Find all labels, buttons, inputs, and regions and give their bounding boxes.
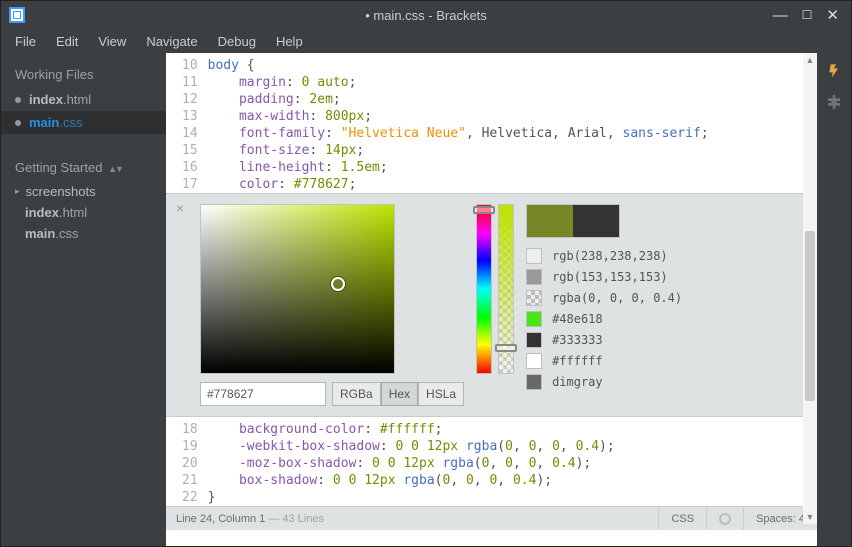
app-window: • main.css - Brackets — ☐ ✕ FileEditView… (0, 0, 852, 547)
color-value-input[interactable] (200, 382, 326, 406)
swatch-label: rgba(0, 0, 0, 0.4) (552, 291, 682, 305)
scroll-up-arrow[interactable]: ▲ (803, 53, 817, 67)
menubar: FileEditViewNavigate DebugHelp (1, 29, 851, 53)
swatch-color-icon (526, 374, 542, 390)
color-preview (526, 204, 620, 238)
project-label: Getting Started (15, 160, 102, 175)
format-hsla-button[interactable]: HSLa (418, 382, 464, 406)
language-label: CSS (671, 513, 694, 525)
swatch-label: dimgray (552, 375, 603, 389)
file-main[interactable]: main.css (1, 223, 166, 244)
inline-color-picker: × RGBaHexHSLa (166, 193, 817, 417)
swatch-row[interactable]: rgb(153,153,153) (526, 269, 682, 285)
extension-manager-icon[interactable] (824, 93, 844, 109)
menu-file[interactable]: File (7, 32, 44, 51)
minimize-button[interactable]: — (773, 7, 788, 24)
maximize-button[interactable]: ☐ (802, 8, 813, 22)
project-header[interactable]: Getting Started ▲▼ (1, 152, 166, 181)
folder-screenshots[interactable]: ▸screenshots (1, 181, 166, 202)
swatch-label: #ffffff (552, 354, 603, 368)
window-title: • main.css - Brackets (365, 8, 487, 23)
sv-cursor-handle[interactable] (331, 277, 345, 291)
menu-navigate[interactable]: Navigate (138, 32, 205, 51)
current-color-preview (527, 205, 573, 237)
menu-view[interactable]: View (90, 32, 134, 51)
editor-area[interactable]: 1011121314151617body { margin: 0 auto; p… (166, 53, 817, 546)
alpha-slider[interactable] (498, 204, 514, 374)
scroll-down-arrow[interactable]: ▼ (803, 510, 817, 524)
working-file-index[interactable]: index.html (1, 88, 166, 111)
inspection-status-icon (719, 513, 731, 525)
close-picker-button[interactable]: × (176, 200, 184, 216)
format-rgba-button[interactable]: RGBa (332, 382, 381, 406)
file-index[interactable]: index.html (1, 202, 166, 223)
working-files-label: Working Files (15, 67, 94, 82)
dirty-indicator-icon (15, 120, 21, 126)
hue-slider-handle[interactable] (473, 206, 495, 214)
close-button[interactable]: ✕ (826, 6, 839, 24)
scrollbar-thumb[interactable] (805, 231, 815, 401)
saturation-value-field[interactable] (200, 204, 395, 374)
window-controls: — ☐ ✕ (773, 6, 851, 24)
titlebar[interactable]: • main.css - Brackets — ☐ ✕ (1, 1, 851, 29)
working-files-header[interactable]: Working Files (1, 59, 166, 88)
swatch-color-icon (526, 290, 542, 306)
statusbar: Line 24, Column 1 — 43 Lines CSS Spaces:… (166, 506, 817, 530)
cursor-position-text: Line 24, Column 1 (176, 513, 265, 525)
swatch-color-icon (526, 311, 542, 327)
swatch-row[interactable]: #333333 (526, 332, 682, 348)
swatch-color-icon (526, 248, 542, 264)
menu-debug[interactable]: Debug (210, 32, 264, 51)
original-color-preview[interactable] (573, 205, 619, 237)
live-preview-icon[interactable] (824, 63, 844, 79)
menu-help[interactable]: Help (268, 32, 311, 51)
dirty-indicator-icon (15, 97, 21, 103)
editor-scrollbar[interactable]: ▲ ▼ (803, 53, 817, 524)
swatch-label: rgb(238,238,238) (552, 249, 668, 263)
inspection-indicator[interactable] (706, 507, 743, 530)
chevron-right-icon: ▸ (15, 186, 20, 197)
language-mode[interactable]: CSS (658, 507, 706, 530)
swatch-row[interactable]: #48e618 (526, 311, 682, 327)
swatch-row[interactable]: dimgray (526, 374, 682, 390)
alpha-slider-handle[interactable] (495, 344, 517, 352)
indent-label: Spaces: 4 (756, 513, 805, 525)
menu-edit[interactable]: Edit (48, 32, 86, 51)
swatch-row[interactable]: rgba(0, 0, 0, 0.4) (526, 290, 682, 306)
swatch-color-icon (526, 332, 542, 348)
dropdown-icon: ▲▼ (108, 164, 122, 174)
sidebar: Working Files index.htmlmain.css Getting… (1, 53, 166, 546)
hue-slider[interactable] (476, 204, 492, 374)
right-toolbar (817, 53, 851, 546)
swatch-label: #48e618 (552, 312, 603, 326)
swatch-color-icon (526, 269, 542, 285)
total-lines-text: — 43 Lines (265, 513, 324, 525)
swatch-row[interactable]: rgb(238,238,238) (526, 248, 682, 264)
swatch-label: #333333 (552, 333, 603, 347)
swatch-color-icon (526, 353, 542, 369)
cursor-position[interactable]: Line 24, Column 1 — 43 Lines (166, 513, 658, 525)
swatch-label: rgb(153,153,153) (552, 270, 668, 284)
brackets-app-icon (9, 7, 25, 23)
swatch-row[interactable]: #ffffff (526, 353, 682, 369)
format-hex-button[interactable]: Hex (381, 382, 418, 406)
working-file-main[interactable]: main.css (1, 111, 166, 134)
